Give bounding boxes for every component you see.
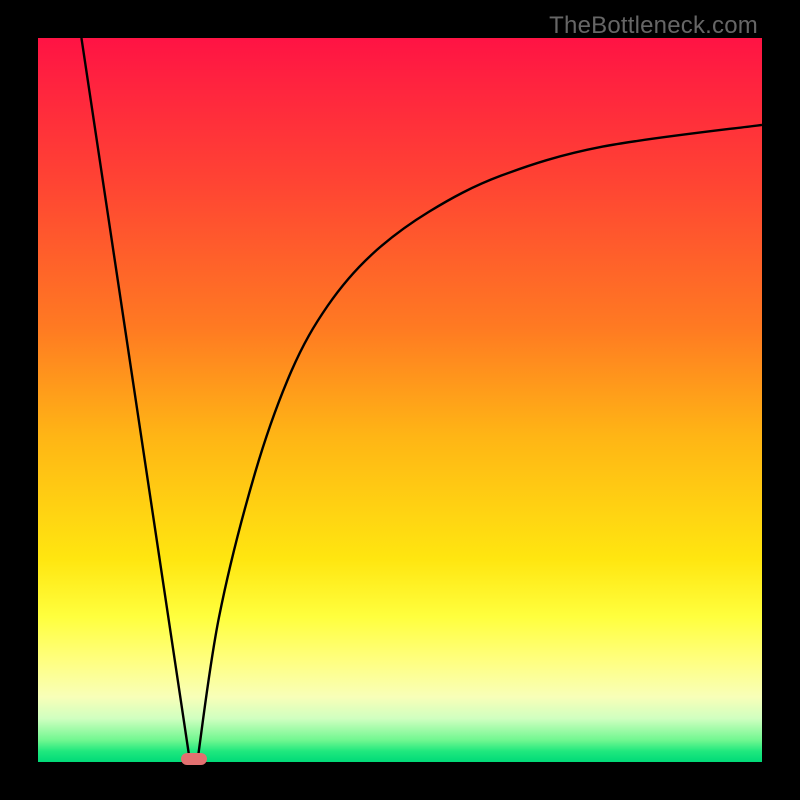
curve-layer — [38, 38, 762, 762]
watermark-text: TheBottleneck.com — [549, 12, 758, 40]
bottleneck-marker — [181, 753, 207, 765]
plot-area — [38, 38, 762, 762]
chart-frame: TheBottleneck.com — [0, 0, 800, 800]
curve-left-branch — [81, 38, 190, 762]
curve-right-branch — [197, 125, 762, 762]
